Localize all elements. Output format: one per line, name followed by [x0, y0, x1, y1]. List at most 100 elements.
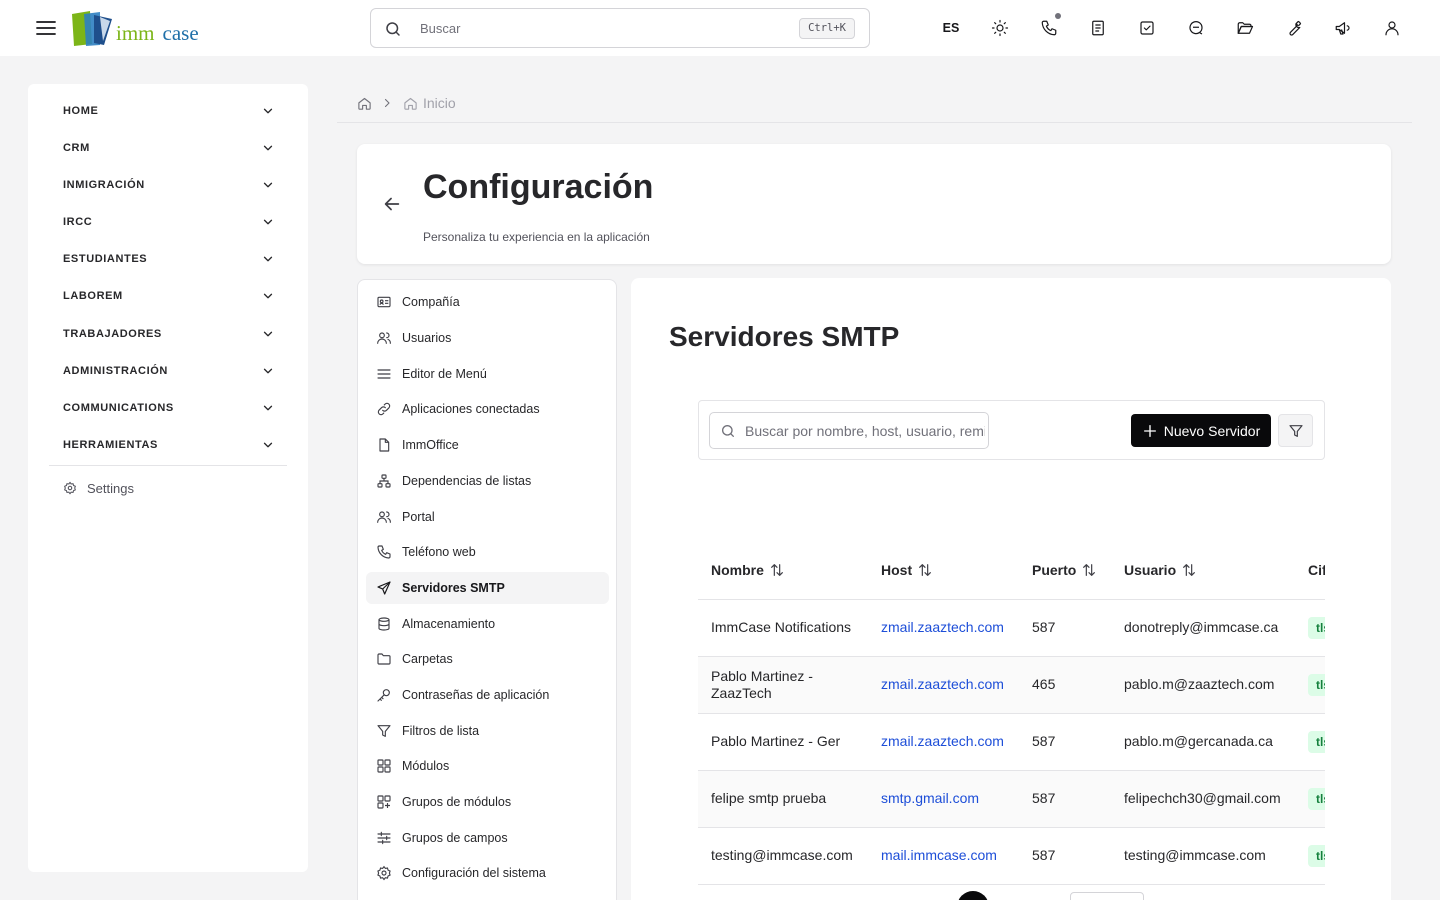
folder-open-icon — [1237, 22, 1254, 34]
filter-button[interactable] — [1278, 414, 1313, 447]
top-actions: ES — [931, 8, 1421, 48]
logo-text: imm case — [116, 21, 199, 46]
menu-item-portal[interactable]: Portal — [366, 501, 609, 533]
logo-mark-icon — [72, 11, 112, 46]
messages-icon — [1189, 21, 1203, 35]
hierarchy-icon — [377, 474, 391, 488]
host-link[interactable]: smtp.gmail.com — [881, 790, 979, 806]
column-header-label: Host — [881, 562, 913, 579]
table-row[interactable]: Pablo Martinez - ZaazTech zmail.zaaztech… — [698, 656, 1325, 714]
main-sidebar: HOME CRM INMIGRACIÓN IRCC ESTUDIANTES LA… — [28, 84, 308, 872]
menu-item-usuarios[interactable]: Usuarios — [366, 322, 609, 354]
megaphone-icon — [1335, 22, 1350, 35]
cell-encryption: tls — [1295, 656, 1325, 714]
table-row[interactable]: ImmCase Notifications zmail.zaaztech.com… — [698, 599, 1325, 657]
menu-item-immoffice[interactable]: ImmOffice — [366, 429, 609, 461]
menu-item-editor-menu[interactable]: Editor de Menú — [366, 358, 609, 390]
messages-button[interactable] — [1176, 8, 1216, 48]
folder-icon — [377, 653, 391, 665]
phone-button[interactable] — [1029, 8, 1069, 48]
sort-icon — [1183, 564, 1196, 577]
host-link[interactable]: zmail.zaaztech.com — [881, 619, 1004, 635]
sidebar-item-settings[interactable]: Settings — [63, 478, 134, 498]
tools-button[interactable] — [1274, 8, 1314, 48]
tasks-button[interactable] — [1127, 8, 1167, 48]
cell-name: felipe smtp prueba — [698, 770, 868, 828]
cell-host: zmail.zaaztech.com — [868, 656, 1019, 714]
encryption-badge: tls — [1308, 844, 1325, 867]
smtp-servers-table: Nombre Host Puerto Usuario Cifrado ImmCa… — [698, 542, 1325, 885]
sidebar-item-administracion[interactable]: ADMINISTRACIÓN — [63, 352, 275, 389]
host-link[interactable]: zmail.zaaztech.com — [881, 733, 1004, 749]
column-header-usuario[interactable]: Usuario — [1111, 542, 1295, 600]
sort-icon — [919, 564, 932, 577]
home-icon[interactable] — [357, 96, 372, 111]
sidebar-item-inmigracion[interactable]: INMIGRACIÓN — [63, 166, 275, 203]
menu-item-grupos-modulos[interactable]: Grupos de módulos — [366, 786, 609, 818]
column-header-host[interactable]: Host — [868, 542, 1019, 600]
sidebar-item-label: INMIGRACIÓN — [63, 178, 145, 191]
page-size-select[interactable] — [1070, 892, 1144, 900]
users-icon — [377, 332, 391, 344]
host-link[interactable]: zmail.zaaztech.com — [881, 676, 1004, 692]
documents-button[interactable] — [1225, 8, 1265, 48]
menu-item-filtros-lista[interactable]: Filtros de lista — [366, 715, 609, 747]
menu-item-dependencias-listas[interactable]: Dependencias de listas — [366, 465, 609, 497]
host-link[interactable]: mail.immcase.com — [881, 847, 997, 863]
sidebar-item-estudiantes[interactable]: ESTUDIANTES — [63, 240, 275, 277]
phone-icon — [1041, 20, 1057, 36]
cell-name: Pablo Martinez - ZaazTech — [698, 656, 868, 714]
back-button[interactable] — [381, 193, 403, 215]
sort-icon — [770, 564, 783, 577]
menu-item-servidores-smtp[interactable]: Servidores SMTP — [366, 572, 609, 604]
table-row[interactable]: Pablo Martinez - Ger zmail.zaaztech.com … — [698, 713, 1325, 771]
menu-item-contrasenas-aplicacion[interactable]: Contraseñas de aplicación — [366, 679, 609, 711]
language-switcher[interactable]: ES — [931, 8, 971, 48]
table-row[interactable]: felipe smtp prueba smtp.gmail.com 587 fe… — [698, 770, 1325, 828]
sidebar-item-ircc[interactable]: IRCC — [63, 203, 275, 240]
app-logo[interactable]: imm case — [70, 11, 199, 47]
key-icon — [377, 689, 390, 702]
global-search[interactable]: Buscar Ctrl+K — [370, 8, 870, 48]
theme-toggle[interactable] — [980, 8, 1020, 48]
menu-item-configuracion-sistema[interactable]: Configuración del sistema — [366, 857, 609, 889]
menu-item-compania[interactable]: Compañía — [366, 286, 609, 318]
sidebar-item-crm[interactable]: CRM — [63, 129, 275, 166]
language-label: ES — [942, 21, 960, 35]
menu-item-modulos[interactable]: Módulos — [366, 750, 609, 782]
announcements-button[interactable] — [1323, 8, 1363, 48]
table-row[interactable]: testing@immcase.com mail.immcase.com 587… — [698, 827, 1325, 885]
menu-item-label: Módulos — [402, 759, 450, 773]
notes-icon — [1092, 20, 1104, 36]
column-header-nombre[interactable]: Nombre — [698, 542, 868, 600]
encryption-badge: tls — [1308, 673, 1325, 696]
menu-item-carpetas[interactable]: Carpetas — [366, 643, 609, 675]
sidebar-item-trabajadores[interactable]: TRABAJADORES — [63, 315, 275, 352]
sidebar-item-home[interactable]: HOME — [63, 92, 275, 129]
sidebar-item-label: HERRAMIENTAS — [63, 438, 158, 451]
sidebar-item-label: LABOREM — [63, 289, 123, 302]
cell-name: ImmCase Notifications — [698, 599, 868, 657]
menu-item-aplicaciones-conectadas[interactable]: Aplicaciones conectadas — [366, 393, 609, 425]
chevron-down-icon — [263, 256, 273, 261]
menu-item-label: Dependencias de listas — [402, 474, 532, 488]
sidebar-settings-label: Settings — [87, 480, 134, 496]
sidebar-item-communications[interactable]: COMMUNICATIONS — [63, 389, 275, 426]
notes-button[interactable] — [1078, 8, 1118, 48]
sidebar-item-herramientas[interactable]: HERRAMIENTAS — [63, 426, 275, 463]
menu-item-telefono-web[interactable]: Teléfono web — [366, 536, 609, 568]
hamburger-menu-icon[interactable] — [34, 16, 58, 40]
cell-port: 587 — [1019, 713, 1111, 771]
sidebar-item-laborem[interactable]: LABOREM — [63, 277, 275, 314]
menu-item-almacenamiento[interactable]: Almacenamiento — [366, 608, 609, 640]
table-search-input[interactable] — [745, 413, 985, 448]
database-icon — [378, 617, 390, 631]
new-server-button[interactable]: Nuevo Servidor — [1131, 414, 1271, 447]
column-header-puerto[interactable]: Puerto — [1019, 542, 1111, 600]
sidebar-item-label: ESTUDIANTES — [63, 252, 148, 265]
encryption-badge: tls — [1308, 787, 1325, 810]
menu-item-label: Aplicaciones conectadas — [402, 402, 540, 416]
column-header-cifrado[interactable]: Cifrado — [1295, 542, 1325, 600]
user-menu-button[interactable] — [1372, 8, 1412, 48]
menu-item-grupos-campos[interactable]: Grupos de campos — [366, 822, 609, 854]
